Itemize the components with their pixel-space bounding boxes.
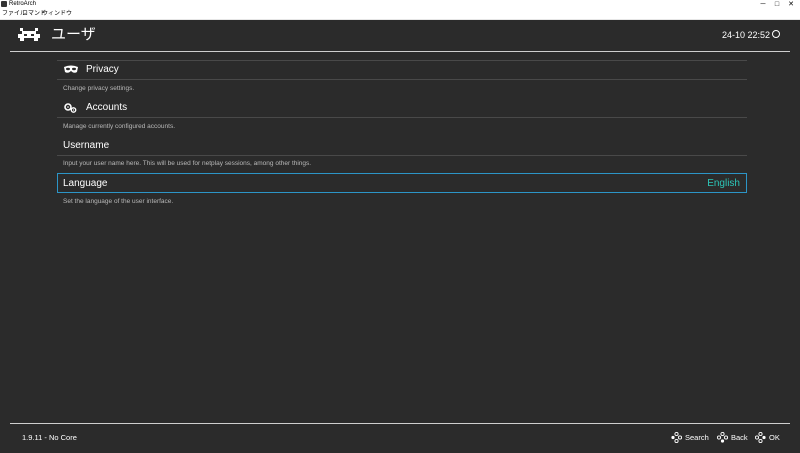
header: ユーザ 24-10 22:52 bbox=[0, 19, 800, 51]
version-label: 1.9.11 - No Core bbox=[22, 433, 77, 442]
item-label: Username bbox=[63, 140, 110, 151]
divider bbox=[57, 117, 747, 118]
clock: 24-10 22:52 bbox=[721, 30, 770, 40]
list-item-language[interactable]: Language English bbox=[57, 173, 747, 193]
gamepad-icon bbox=[755, 432, 766, 443]
item-description: Input your user name here. This will be … bbox=[63, 160, 312, 167]
item-label: Language bbox=[63, 178, 108, 189]
button-label: OK bbox=[769, 433, 780, 442]
divider bbox=[57, 79, 747, 80]
item-label: Accounts bbox=[86, 102, 128, 113]
button-label: Back bbox=[731, 433, 748, 442]
item-description: Change privacy settings. bbox=[63, 85, 135, 92]
battery-icon bbox=[772, 30, 780, 38]
list-item-privacy[interactable]: Privacy bbox=[57, 60, 747, 80]
window-title: RetroArch bbox=[9, 1, 37, 7]
item-value: English bbox=[707, 178, 740, 189]
minimize-button[interactable]: ─ bbox=[756, 0, 770, 9]
retroarch-logo-icon bbox=[18, 28, 40, 41]
window-titlebar: RetroArch ─ □ ✕ bbox=[0, 0, 800, 9]
divider bbox=[57, 60, 747, 61]
item-label: Privacy bbox=[86, 64, 119, 75]
mask-icon bbox=[64, 65, 78, 73]
maximize-button[interactable]: □ bbox=[770, 0, 784, 9]
gamepad-icon bbox=[671, 432, 682, 443]
list-item-accounts[interactable]: Accounts bbox=[57, 98, 747, 118]
footer-divider bbox=[10, 423, 790, 424]
button-label: Search bbox=[685, 433, 709, 442]
app-icon bbox=[1, 1, 7, 7]
list-item-username[interactable]: Username bbox=[57, 136, 747, 156]
header-divider bbox=[10, 51, 790, 52]
gamepad-icon bbox=[717, 432, 728, 443]
close-button[interactable]: ✕ bbox=[784, 0, 798, 9]
gears-icon bbox=[64, 103, 77, 113]
item-description: Set the language of the user interface. bbox=[63, 198, 174, 205]
divider bbox=[57, 155, 747, 156]
page-title: ユーザ bbox=[51, 26, 96, 43]
menu-window[interactable]: ウィンドウ bbox=[42, 9, 72, 19]
item-description: Manage currently configured accounts. bbox=[63, 123, 176, 130]
